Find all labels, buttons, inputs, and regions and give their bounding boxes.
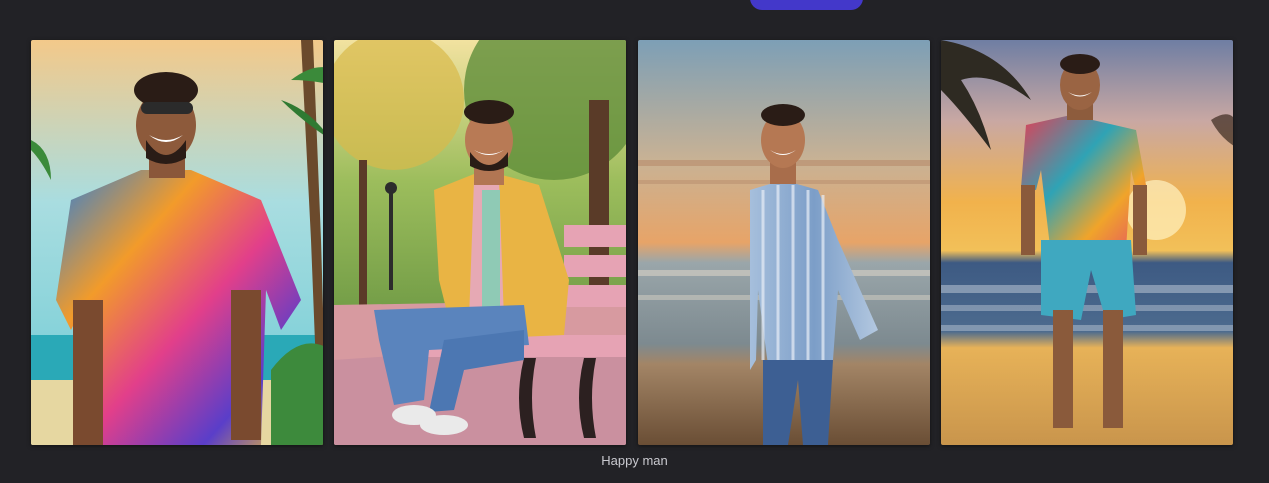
generated-image-2: [334, 40, 626, 445]
generated-image-4: [941, 40, 1233, 445]
image-gallery: [31, 40, 1234, 445]
generated-image-3: [638, 40, 930, 445]
generated-image-1: [31, 40, 323, 445]
image-tile-3[interactable]: [638, 40, 930, 445]
image-tile-4[interactable]: [941, 40, 1233, 445]
gallery-caption: Happy man: [601, 453, 668, 468]
page: Happy man: [0, 0, 1269, 483]
image-tile-2[interactable]: [334, 40, 626, 445]
top-accent-button[interactable]: [750, 0, 863, 10]
image-tile-1[interactable]: [31, 40, 323, 445]
